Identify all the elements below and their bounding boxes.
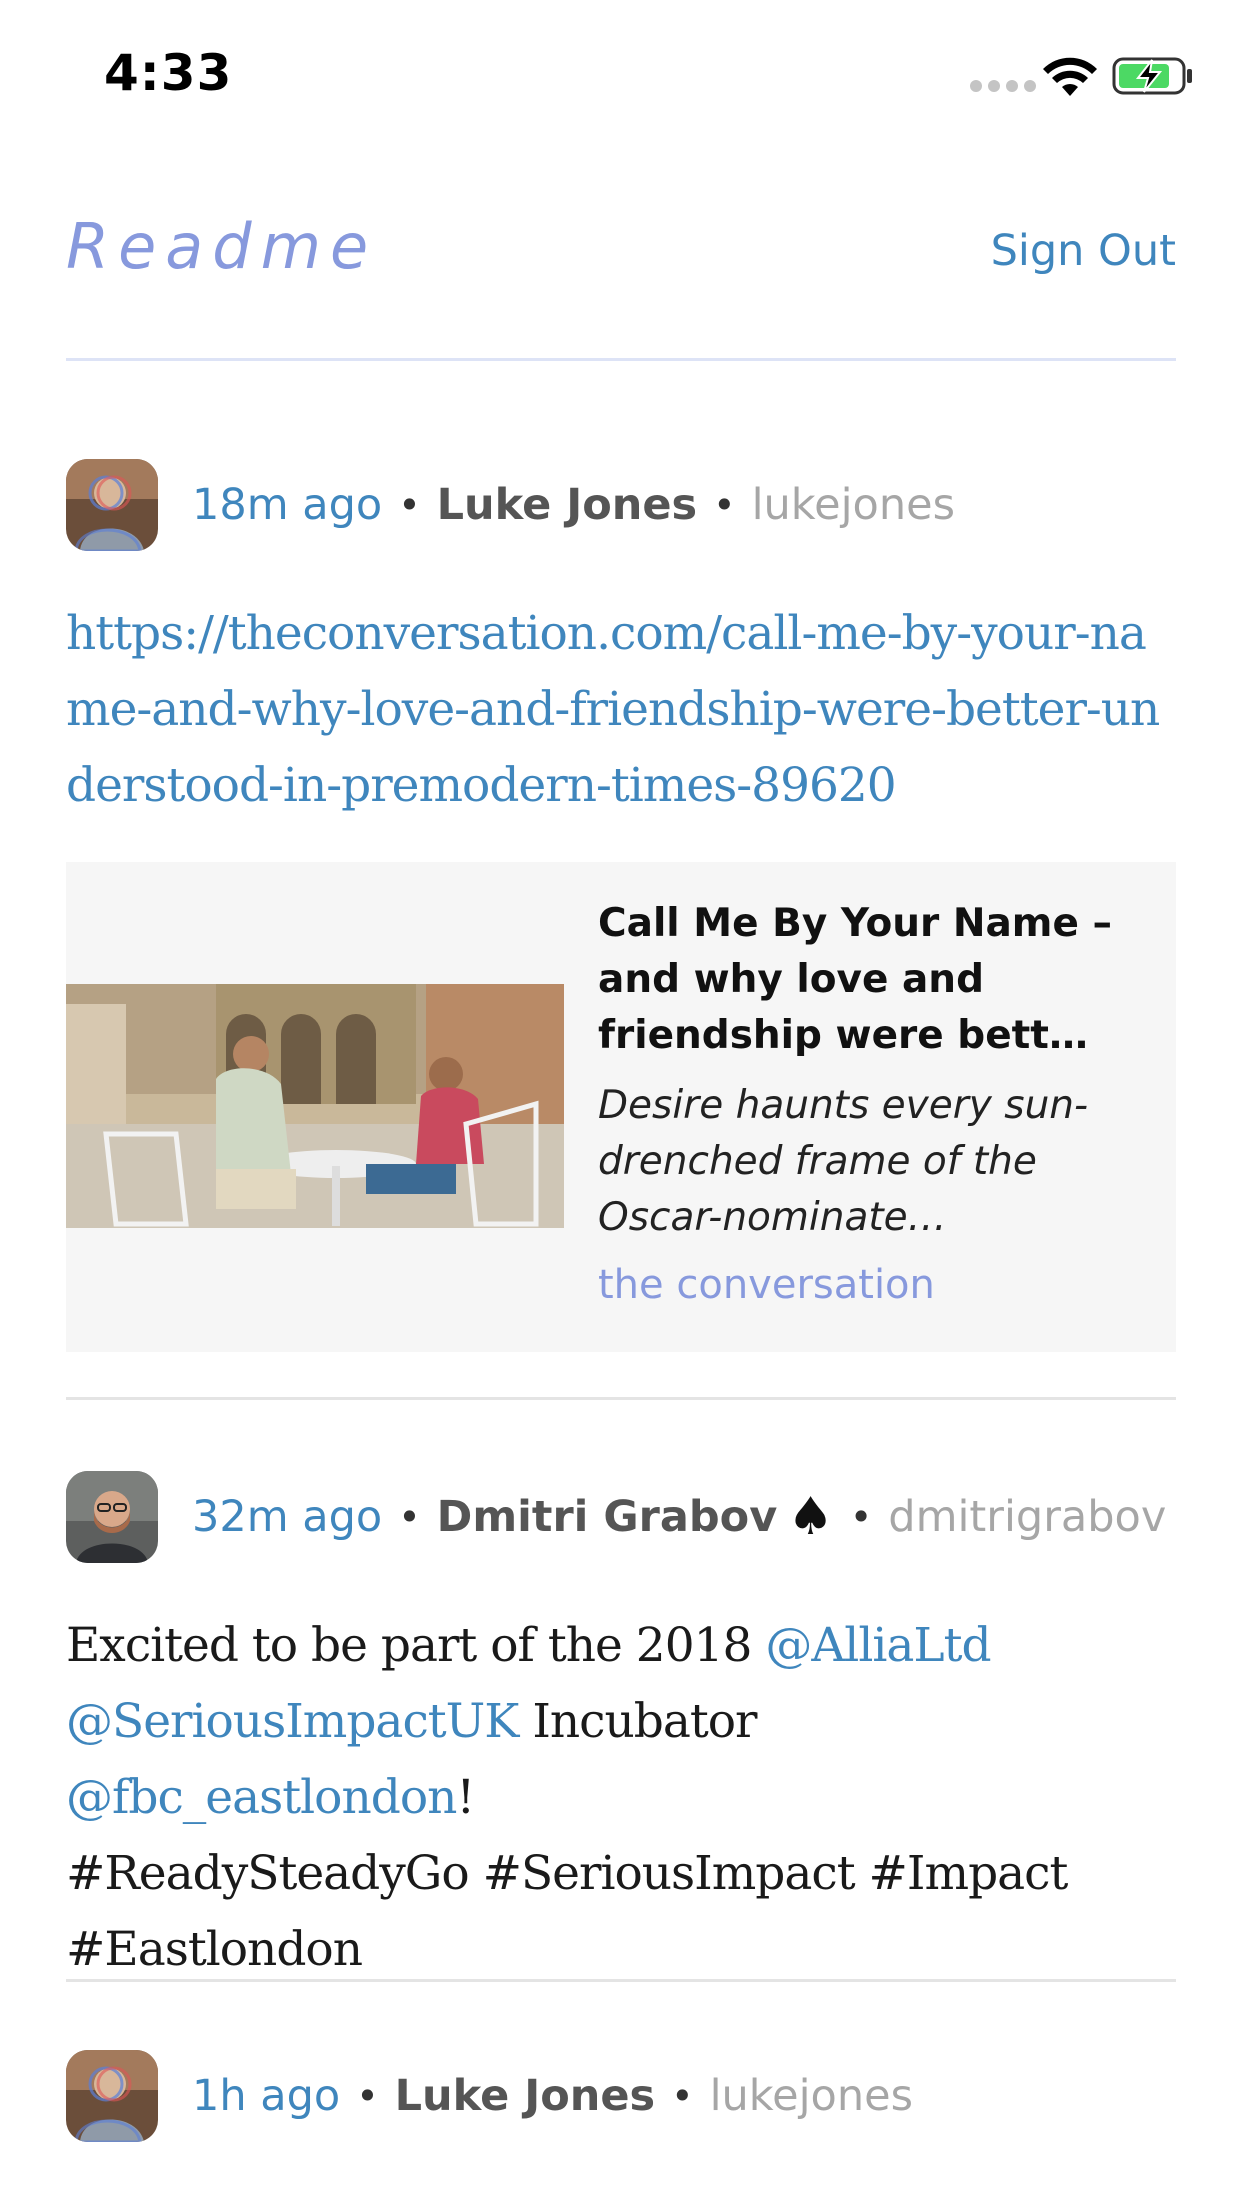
app-title: Readme [66, 210, 378, 283]
post-meta: 32m ago • Dmitri Grabov ♠ • dmitrigrabov [66, 1470, 1176, 1564]
app-header: Readme Sign Out [66, 190, 1176, 320]
spade-emoji-icon: ♠ [787, 1487, 834, 1547]
post-divider [66, 1397, 1176, 1400]
preview-text: Call Me By Your Name – and why love and … [598, 896, 1158, 1308]
feed-post: 18m ago • Luke Jones • lukejones https:/… [66, 458, 1176, 1352]
battery-charging-icon [1112, 57, 1192, 95]
app-screen: 4:33 Readme Sign Out 18m ago • Luke Jone… [0, 0, 1242, 2208]
sign-out-button[interactable]: Sign Out [991, 226, 1176, 276]
status-time: 4:33 [104, 44, 233, 102]
post-meta: 18m ago • Luke Jones • lukejones [66, 458, 1176, 552]
separator-dot: • [356, 2074, 379, 2118]
post-time[interactable]: 32m ago [192, 1492, 382, 1542]
post-meta-line: 1h ago • Luke Jones • lukejones [192, 2071, 913, 2121]
header-divider [66, 358, 1176, 361]
post-text: ! [456, 1770, 475, 1825]
post-body: Excited to be part of the 2018 @AlliaLtd… [66, 1608, 1176, 1988]
separator-dot: • [671, 2074, 694, 2118]
post-text: Excited to be part of the 2018 [66, 1618, 766, 1673]
avatar[interactable] [66, 2050, 158, 2142]
signal-dots-icon [970, 80, 1036, 94]
wifi-icon [1043, 57, 1097, 96]
post-divider [66, 1979, 1176, 1982]
mention-link[interactable]: @AlliaLtd [765, 1618, 991, 1673]
link-preview-card[interactable]: Call Me By Your Name – and why love and … [66, 862, 1176, 1352]
feed-post: 32m ago • Dmitri Grabov ♠ • dmitrigrabov… [66, 1470, 1176, 1988]
author-name[interactable]: Luke Jones [395, 2071, 656, 2121]
post-body: https://theconversation.com/call-me-by-y… [66, 596, 1176, 824]
mention-link[interactable]: @fbc_eastlondon [66, 1770, 457, 1825]
post-meta: 1h ago • Luke Jones • lukejones [66, 2049, 1176, 2143]
separator-dot: • [713, 483, 736, 527]
author-handle[interactable]: dmitrigrabov [888, 1492, 1166, 1542]
post-meta-line: 18m ago • Luke Jones • lukejones [192, 480, 955, 530]
post-time[interactable]: 1h ago [192, 2071, 340, 2121]
hashtag-text: #ReadySteadyGo #SeriousImpact #Impact [66, 1846, 1068, 1901]
hashtag-text: #Eastlondon [66, 1922, 363, 1977]
status-bar: 4:33 [0, 0, 1242, 150]
preview-source: the conversation [598, 1262, 935, 1308]
feed-post: 1h ago • Luke Jones • lukejones [66, 2049, 1176, 2143]
post-text: Incubator [518, 1694, 757, 1749]
separator-dot: • [398, 483, 421, 527]
avatar[interactable] [66, 1471, 158, 1563]
post-meta-line: 32m ago • Dmitri Grabov ♠ • dmitrigrabov [192, 1487, 1166, 1547]
separator-dot: • [849, 1495, 873, 1539]
post-link[interactable]: https://theconversation.com/call-me-by-y… [66, 606, 1160, 813]
mention-link[interactable]: @SeriousImpactUK [66, 1694, 519, 1749]
author-name[interactable]: Dmitri Grabov [437, 1492, 778, 1542]
author-name[interactable]: Luke Jones [437, 480, 698, 530]
author-handle[interactable]: lukejones [752, 480, 955, 530]
avatar[interactable] [66, 459, 158, 551]
separator-dot: • [398, 1495, 421, 1539]
preview-title: Call Me By Your Name – and why love and … [598, 901, 1112, 1058]
post-time[interactable]: 18m ago [192, 480, 382, 530]
preview-description: Desire haunts every sun-drenched frame o… [598, 1083, 1089, 1240]
author-handle[interactable]: lukejones [710, 2071, 913, 2121]
preview-image [66, 984, 564, 1228]
